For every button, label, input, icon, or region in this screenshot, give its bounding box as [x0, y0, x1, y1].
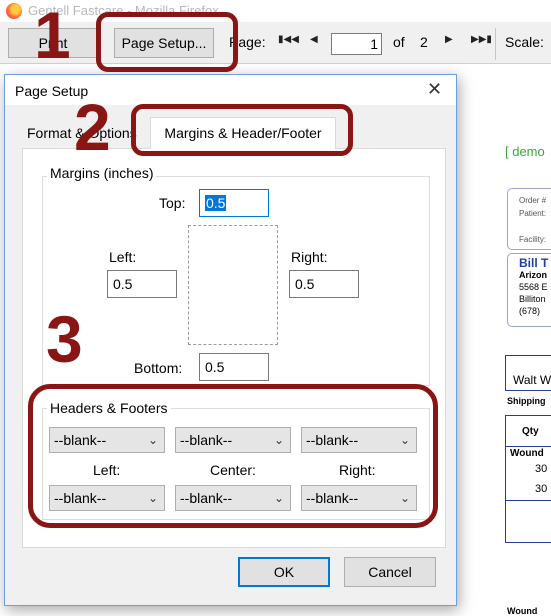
cancel-button[interactable]: Cancel	[344, 557, 436, 587]
scale-label: Scale:	[505, 34, 544, 50]
top-margin-label: Top:	[159, 195, 186, 211]
qty-header: Qty	[522, 426, 539, 437]
first-page-icon[interactable]: ▮◀◀	[278, 34, 299, 45]
table-divider	[506, 446, 551, 447]
bill-to-line: Billiton	[519, 294, 546, 304]
right-margin-input[interactable]: 0.5	[289, 270, 359, 298]
prev-page-icon[interactable]: ◀	[310, 34, 318, 45]
wound-cell: Wound	[510, 448, 544, 459]
next-page-icon[interactable]: ▶	[445, 34, 453, 45]
bill-to-name: Bill T	[519, 256, 549, 270]
annotation-ring-3	[28, 384, 438, 528]
ship-to-name: Walt W	[513, 373, 551, 387]
order-line: Order #	[519, 196, 547, 205]
bill-to-line: Arizon	[519, 270, 547, 280]
of-label: of	[393, 34, 405, 50]
last-page-icon[interactable]: ▶▶▮	[471, 34, 492, 45]
dialog-title-bar: Page Setup ✕	[5, 75, 456, 105]
annotation-ring-1	[96, 12, 238, 72]
order-line: Facility:	[519, 235, 547, 244]
left-margin-input[interactable]: 0.5	[107, 270, 177, 298]
shipping-label: Shipping	[507, 396, 546, 406]
page-number-input[interactable]: 1	[331, 33, 382, 55]
qty-value: 30	[535, 463, 548, 475]
firefox-logo-icon	[6, 3, 22, 19]
browser-title-bar: Gentell Fastcare - Mozilla Firefox	[0, 0, 551, 22]
demo-text: [ demo	[505, 144, 545, 159]
total-pages: 2	[420, 34, 428, 50]
annotation-step-2: 2	[74, 90, 111, 164]
bill-to-line: (678)	[519, 306, 541, 316]
top-margin-value: 0.5	[205, 195, 227, 211]
order-line	[519, 220, 551, 233]
ship-to-box: Walt W	[505, 355, 551, 391]
annotation-ring-2	[131, 104, 353, 156]
order-line: Patient:	[519, 209, 547, 218]
order-info-box: Order # Patient: Facility:	[507, 188, 551, 250]
bottom-margin-input[interactable]: 0.5	[199, 353, 269, 381]
annotation-step-3: 3	[46, 302, 83, 376]
ok-button[interactable]: OK	[238, 557, 330, 587]
margin-preview-box	[188, 225, 278, 345]
close-icon[interactable]: ✕	[427, 79, 442, 99]
annotation-step-1: 1	[34, 0, 71, 72]
bill-to-box: Bill T Arizon 5568 E Billiton (678)	[507, 253, 551, 327]
bill-to-line: 5568 E	[519, 282, 548, 292]
table-divider	[506, 500, 551, 501]
right-margin-label: Right:	[291, 249, 328, 265]
toolbar-separator	[495, 28, 496, 60]
bottom-margin-label: Bottom:	[134, 360, 183, 376]
top-margin-input[interactable]: 0.5	[199, 189, 269, 217]
left-margin-label: Left:	[109, 249, 137, 265]
qty-value: 30	[535, 483, 548, 495]
margins-legend: Margins (inches)	[47, 165, 157, 181]
